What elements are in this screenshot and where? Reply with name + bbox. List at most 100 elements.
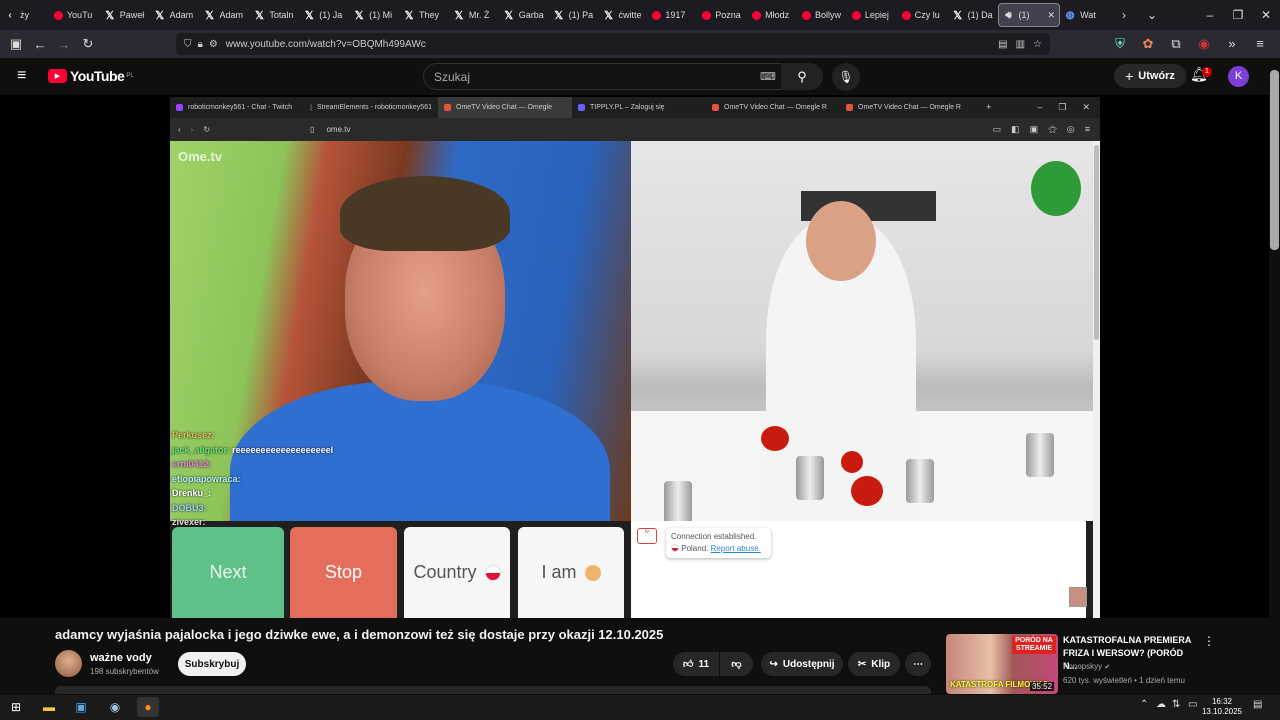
create-button[interactable]: + Utwórz	[1114, 64, 1186, 88]
search-button[interactable]: ⚲	[781, 63, 823, 90]
restore-icon[interactable]: ❐	[1224, 8, 1252, 22]
browser-tab[interactable]: 1917	[648, 0, 698, 30]
search-input[interactable]: Szukaj ⌨	[423, 63, 823, 90]
browser-tab[interactable]: Bollyw	[798, 0, 848, 30]
taskbar-clock[interactable]: 16:32 13.10.2025	[1200, 697, 1244, 717]
menu-icon[interactable]: ≡	[1248, 36, 1272, 52]
pc-icon[interactable]: ▣	[70, 697, 92, 717]
speaker-icon[interactable]: 🔊︎	[1003, 9, 1015, 21]
recommended-channel[interactable]: Konopskyy ✔	[1063, 662, 1110, 671]
browser-tab[interactable]: Czy lu	[898, 0, 948, 30]
browser-tab-label: Totaln	[269, 10, 294, 20]
dislike-button[interactable]: 👎︎	[720, 652, 753, 676]
captured-tab: StreamElements - roboticmonkey561	[304, 97, 438, 118]
hamburger-menu-icon[interactable]: ≡	[17, 67, 26, 85]
report-abuse-link[interactable]: Report abuse.	[711, 544, 761, 553]
browser-tab[interactable]: 𝕏 (1) Pa	[549, 0, 599, 30]
browser-tab-label: Mr. Ż	[468, 10, 490, 20]
country-button[interactable]: Country	[404, 527, 510, 618]
keyboard-icon[interactable]: ⌨	[760, 70, 776, 83]
browser-tab[interactable]: ◍ Wat	[1060, 0, 1110, 30]
browser-tab[interactable]: 𝕏 Paweł	[100, 0, 150, 30]
screenshot-icon[interactable]: ▤	[998, 39, 1007, 50]
browser-tab-bar: ‹ ży YouTu 𝕏 Paweł 𝕏 Adam 𝕏 Adam 𝕏 Totaln 𝕏 (1) Ja 𝕏 (…	[0, 0, 1280, 30]
browser-tab-label: Garba	[518, 10, 544, 20]
browser-tab[interactable]: 𝕏 Adam	[200, 0, 250, 30]
stop-button[interactable]: Stop	[290, 527, 397, 618]
youtube-logo[interactable]: ▶ YouTube PL	[48, 68, 134, 84]
onedrive-icon[interactable]: ☁	[1156, 699, 1166, 710]
browser-tab[interactable]: Lepiej	[848, 0, 898, 30]
description-box[interactable]	[55, 686, 931, 694]
extension-icon[interactable]: ✿	[1136, 36, 1160, 52]
ublock-icon[interactable]: ◉	[1192, 36, 1216, 52]
subscribe-button[interactable]: Subskrybuj	[178, 652, 246, 676]
minimize-icon[interactable]: –	[1196, 8, 1224, 22]
browser-tab[interactable]: 𝕏 Garba	[499, 0, 549, 30]
gender-button[interactable]: I am	[518, 527, 624, 618]
lock-icon: 🔒︎	[197, 38, 203, 50]
voice-search-button[interactable]: 🎙︎	[832, 63, 860, 91]
subscriber-count: 198 subskrybentów	[90, 667, 159, 676]
browser-tab[interactable]: YouTu	[50, 0, 100, 30]
channel-name[interactable]: ważne vody	[90, 652, 152, 664]
channel-avatar[interactable]	[55, 650, 82, 677]
browser-tab-label: Adam	[219, 10, 244, 20]
scroll-tabs-right-icon[interactable]: ›	[1110, 8, 1138, 22]
browser-tab-active[interactable]: 🔊︎ (1) ✕	[997, 3, 1061, 27]
tray-chevron-icon[interactable]: ⌃	[1140, 699, 1148, 710]
x-favicon-icon: 𝕏	[953, 9, 963, 22]
browser-tab[interactable]: Pozna	[698, 0, 748, 30]
browser-tab[interactable]: Młodz	[748, 0, 798, 30]
captured-tab-favicon-icon	[578, 104, 585, 111]
recommended-channel-name: Konopskyy	[1063, 662, 1103, 671]
more-actions-button[interactable]: ⋯	[905, 652, 931, 676]
back-icon[interactable]: ←	[28, 37, 52, 52]
tomato	[851, 476, 883, 506]
reload-icon[interactable]: ↻	[76, 36, 100, 52]
url-text[interactable]: www.youtube.com/watch?v=OBQMh499AWc	[226, 39, 426, 50]
overflow-icon[interactable]: »	[1220, 36, 1244, 52]
shield-icon[interactable]: ⛨	[1108, 36, 1132, 52]
forward-icon[interactable]: →	[52, 37, 76, 52]
share-button[interactable]: ↪ Udostępnij	[761, 652, 843, 676]
browser-tab-label: Paweł	[119, 10, 145, 20]
drink-can	[906, 459, 934, 503]
close-window-icon[interactable]: ✕	[1252, 8, 1280, 22]
browser-tab[interactable]: 𝕏 (1) Ja	[299, 0, 349, 30]
account-avatar[interactable]: K	[1228, 66, 1249, 87]
permissions-icon[interactable]: ⚙	[209, 39, 218, 50]
create-label: Utwórz	[1138, 70, 1175, 82]
browser-tab[interactable]: 𝕏 Mr. Ż	[449, 0, 499, 30]
browser-tab[interactable]: 𝕏 (1) Da	[948, 0, 998, 30]
browser-tab[interactable]: ‹ ży	[0, 0, 50, 30]
firefox-icon[interactable]: ●	[137, 697, 159, 717]
next-button[interactable]: Next	[172, 527, 284, 618]
tracking-shield-icon[interactable]: ⛉	[184, 39, 192, 50]
boy-face-icon	[584, 564, 601, 581]
browser-tab[interactable]: 𝕏 (1) Mi	[349, 0, 399, 30]
sync-icon[interactable]: ⇅	[1172, 699, 1180, 710]
url-bar[interactable]: ⛉ 🔒︎ ⚙ www.youtube.com/watch?v=OBQMh499A…	[176, 33, 1050, 55]
reader-icon[interactable]: ▥	[1016, 39, 1025, 50]
puzzle-icon[interactable]: ⧉	[1164, 36, 1188, 52]
tomato	[841, 451, 863, 473]
page-scrollbar[interactable]	[1269, 58, 1280, 695]
browser-tab[interactable]: 𝕏 Adam	[150, 0, 200, 30]
bookmark-star-icon[interactable]: ☆	[1033, 39, 1042, 50]
clip-button[interactable]: ✂ Klip	[848, 652, 900, 676]
like-button[interactable]: 👍︎ 11	[673, 652, 719, 676]
network-icon[interactable]: ▭	[1188, 699, 1197, 710]
windows-start-icon[interactable]: ⊞	[5, 697, 27, 717]
recommended-more-icon[interactable]: ⋮	[1203, 634, 1215, 648]
file-explorer-icon[interactable]: ▬	[38, 697, 60, 717]
drink-can	[1026, 433, 1054, 477]
browser-tab[interactable]: 𝕏 They	[399, 0, 449, 30]
steam-icon[interactable]: ◉	[104, 697, 126, 717]
notifications-icon[interactable]: ▤	[1253, 699, 1262, 710]
browser-tab[interactable]: 𝕏 Totaln	[249, 0, 299, 30]
list-tabs-icon[interactable]: ⌄	[1138, 8, 1166, 22]
browser-tab[interactable]: 𝕏ćwitte	[599, 0, 649, 30]
close-tab-icon[interactable]: ✕	[1048, 10, 1056, 21]
sidebar-toggle-icon[interactable]: ▣	[4, 36, 28, 52]
